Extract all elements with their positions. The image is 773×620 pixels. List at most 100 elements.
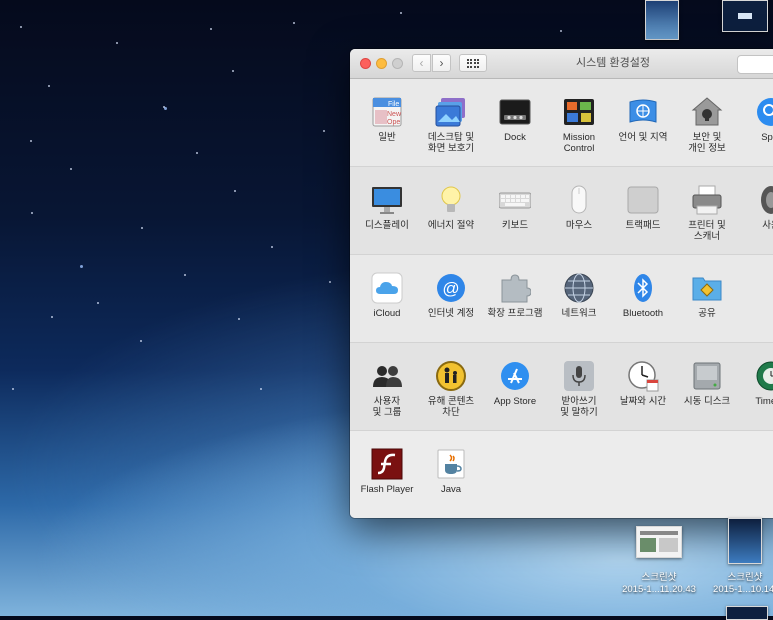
pane-label: 프린터 및 스캐너: [688, 220, 726, 242]
pane-label: 시동 디스크: [683, 396, 731, 407]
pane-label: 사용자 및 그룹: [372, 396, 402, 418]
pane-network[interactable]: 네트워크: [547, 255, 611, 342]
search-input[interactable]: [737, 55, 773, 74]
pane-label: iCloud: [373, 308, 401, 319]
pane-spotlight[interactable]: Spot: [739, 79, 773, 166]
pane-label: 디스플레이: [365, 220, 409, 231]
language-region-icon: [627, 96, 659, 128]
pane-label: Time M: [755, 396, 773, 407]
screenshot-name-line1: 스크린샷: [641, 572, 677, 583]
pane-label: 받아쓰기 및 말하기: [560, 396, 598, 418]
desktop-screenshot-top-2[interactable]: [722, 0, 768, 32]
pane-displays[interactable]: 디스플레이: [355, 167, 419, 254]
screenshot-name-line1: 스크린샷: [727, 572, 763, 583]
date-time-icon: [627, 360, 659, 392]
pane-internet-accounts[interactable]: @ 인터넷 계정: [419, 255, 483, 342]
pane-label: 보안 및 개인 정보: [688, 132, 726, 154]
pane-label: App Store: [493, 396, 537, 407]
svg-text:New: New: [387, 111, 402, 118]
pane-label: 공유: [698, 308, 716, 319]
pane-label: Dock: [504, 132, 526, 143]
internet-accounts-icon: @: [435, 272, 467, 304]
displays-icon: [371, 184, 403, 216]
desktop-screensaver-icon: [435, 96, 467, 128]
dock-icon: [499, 96, 531, 128]
preferences-section-system: 사용자 및 그룹 유해 콘텐츠 차단 App Store 받아쓰기 및 말하기 …: [350, 343, 773, 431]
pane-printers[interactable]: 프린터 및 스캐너: [675, 167, 739, 254]
preferences-section-hardware: 디스플레이 에너지 절약 키보드 마우스 트랙패드 프린터 및 스캐너 사: [350, 167, 773, 255]
pane-label: Mission Control: [562, 132, 596, 154]
pane-time-machine[interactable]: Time M: [739, 343, 773, 430]
pane-flash-player[interactable]: Flash Player: [355, 431, 419, 518]
pane-mouse[interactable]: 마우스: [547, 167, 611, 254]
pane-dock[interactable]: Dock: [483, 79, 547, 166]
pane-label: 인터넷 계정: [427, 308, 475, 319]
mouse-icon: [563, 184, 595, 216]
pane-users-groups[interactable]: 사용자 및 그룹: [355, 343, 419, 430]
screenshot-thumbnail: [726, 606, 768, 620]
mission-control-icon: [563, 96, 595, 128]
sound-icon: [755, 184, 773, 216]
pane-language-region[interactable]: 언어 및 지역: [611, 79, 675, 166]
svg-text:File: File: [388, 101, 399, 108]
pane-parental-controls[interactable]: 유해 콘텐츠 차단: [419, 343, 483, 430]
desktop-screenshot-top-1[interactable]: [645, 0, 679, 40]
startup-disk-icon: [691, 360, 723, 392]
svg-text:Ope: Ope: [387, 119, 400, 126]
spotlight-icon: [755, 96, 773, 128]
pane-mission-control[interactable]: Mission Control: [547, 79, 611, 166]
pane-extensions[interactable]: 확장 프로그램: [483, 255, 547, 342]
pane-label: 트랙패드: [625, 220, 661, 231]
title-bar: ‹ › 시스템 환경설정: [350, 49, 773, 79]
screenshot-name-line2: 2015-1...11.20.43: [622, 584, 696, 595]
pane-sound[interactable]: 사운: [739, 167, 773, 254]
pane-dictation[interactable]: 받아쓰기 및 말하기: [547, 343, 611, 430]
desktop-screenshot-1[interactable]: 스크린샷 2015-1...11.20.43: [616, 526, 702, 596]
system-preferences-window: ‹ › 시스템 환경설정 File New Ope 일반 데스크탑 및 화면 보호기: [350, 49, 773, 518]
screenshot-thumbnail: [645, 0, 679, 40]
preferences-section-other: Flash Player Java: [350, 431, 773, 518]
screenshot-thumbnail: [636, 526, 682, 558]
energy-saver-icon: [435, 184, 467, 216]
pane-app-store[interactable]: App Store: [483, 343, 547, 430]
pane-label: 날짜와 시간: [619, 396, 667, 407]
pane-label: 유해 콘텐츠 차단: [427, 396, 475, 418]
pane-java[interactable]: Java: [419, 431, 483, 518]
pane-label: 사운: [762, 220, 773, 231]
sharing-icon: [691, 272, 723, 304]
pane-sharing[interactable]: 공유: [675, 255, 739, 342]
flash-player-icon: [371, 448, 403, 480]
dictation-icon: [563, 360, 595, 392]
pane-icloud[interactable]: iCloud: [355, 255, 419, 342]
pane-label: Java: [440, 484, 462, 495]
pane-energy-saver[interactable]: 에너지 절약: [419, 167, 483, 254]
parental-controls-icon: [435, 360, 467, 392]
pane-bluetooth[interactable]: Bluetooth: [611, 255, 675, 342]
pane-label: 키보드: [501, 220, 529, 231]
extensions-icon: [499, 272, 532, 304]
time-machine-icon: [755, 360, 773, 392]
pane-keyboard[interactable]: 키보드: [483, 167, 547, 254]
desktop-screenshot-3[interactable]: [726, 606, 768, 620]
pane-security[interactable]: 보안 및 개인 정보: [675, 79, 739, 166]
users-groups-icon: [371, 360, 403, 392]
bluetooth-icon: [627, 272, 659, 304]
desktop-screenshot-2[interactable]: 스크린샷 2015-1...10.14.: [702, 518, 773, 596]
pane-desktop-screensaver[interactable]: 데스크탑 및 화면 보호기: [419, 79, 483, 166]
screenshot-name-line2: 2015-1...10.14.: [713, 584, 773, 595]
pane-label: 에너지 절약: [427, 220, 475, 231]
security-icon: [691, 96, 723, 128]
java-icon: [435, 448, 467, 480]
app-store-icon: [499, 360, 531, 392]
preferences-section-internet: iCloud @ 인터넷 계정 확장 프로그램 네트워크 Bluetooth 공…: [350, 255, 773, 343]
pane-general[interactable]: File New Ope 일반: [355, 79, 419, 166]
keyboard-icon: [498, 184, 532, 216]
pane-date-time[interactable]: 날짜와 시간: [611, 343, 675, 430]
trackpad-icon: [627, 184, 659, 216]
pane-label: Spot: [761, 132, 773, 143]
pane-trackpad[interactable]: 트랙패드: [611, 167, 675, 254]
svg-text:@: @: [442, 279, 459, 298]
pane-label: 데스크탑 및 화면 보호기: [427, 132, 475, 154]
icloud-icon: [371, 272, 403, 304]
pane-startup-disk[interactable]: 시동 디스크: [675, 343, 739, 430]
